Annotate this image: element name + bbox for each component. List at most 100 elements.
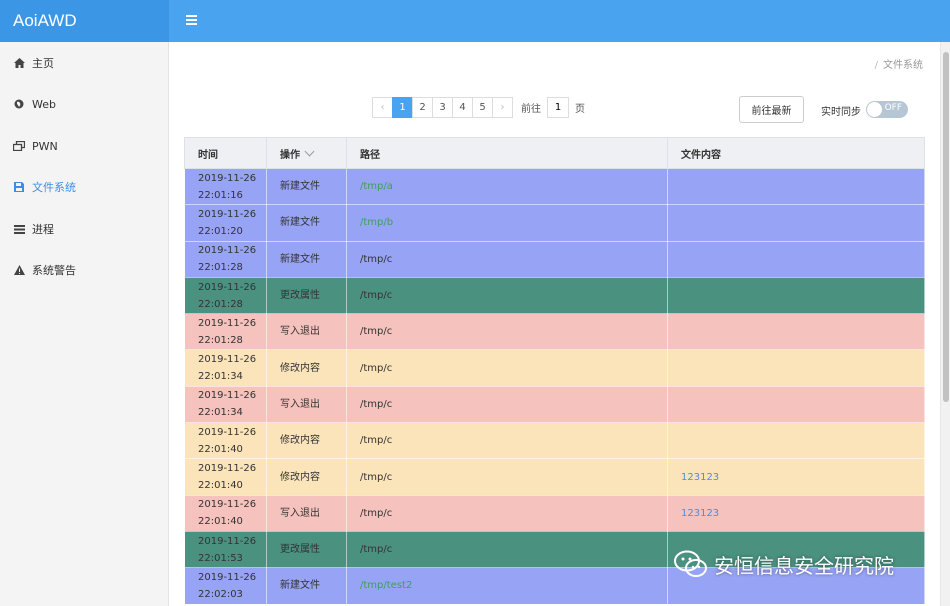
realtime-sync-toggle[interactable]: OFF [866,101,908,118]
cell-path[interactable]: /tmp/c [346,349,668,387]
cell-date: 2019-11-26 [198,172,257,184]
save-icon [13,182,25,192]
column-header-operation[interactable]: 操作 [266,137,347,169]
sidebar-item-pwn[interactable]: PWN [0,131,168,161]
cell-operation: 新建文件 [266,240,347,278]
cell-time: 2019-11-26 22:01:34 [184,385,267,424]
cell-date: 2019-11-26 [198,281,257,293]
cell-time: 2019-11-26 22:01:40 [184,422,267,460]
cell-content[interactable] [667,204,925,242]
table-row: 2019-11-26 22:01:28 更改属性/tmp/c [184,276,925,315]
cell-clock: 22:01:28 [198,298,243,310]
home-icon [13,58,25,68]
cell-time: 2019-11-26 22:01:40 [184,494,267,532]
scrollbar-thumb[interactable] [943,52,949,402]
cell-time: 2019-11-26 22:01:16 [184,167,267,206]
cell-clock: 22:01:40 [198,516,243,528]
cell-clock: 22:01:40 [198,480,243,492]
chevron-down-icon[interactable] [304,146,315,156]
table-row: 2019-11-26 22:01:28 写入退出/tmp/c [184,313,925,351]
cell-path[interactable]: /tmp/c [346,422,668,460]
vertical-scrollbar[interactable] [940,42,950,606]
cell-content[interactable] [667,385,925,424]
cell-clock: 22:01:40 [198,443,243,455]
cell-content[interactable] [667,313,925,351]
cell-time: 2019-11-26 22:01:20 [184,204,267,242]
top-bar: AoiAWD [0,0,950,42]
cell-path[interactable]: /tmp/c [346,385,668,424]
table-header-row: 时间 操作 路径 文件内容 [184,137,925,169]
sidebar-item-label: 系统警告 [32,264,76,277]
sidebar-item-label: 主页 [32,57,54,70]
prev-page-button[interactable]: ‹ [372,97,393,118]
table-row: 2019-11-26 22:01:16 新建文件/tmp/a [184,167,925,206]
warning-icon [13,265,25,275]
column-header-time: 时间 [184,137,267,169]
table-row: 2019-11-26 22:01:40 修改内容/tmp/c [184,422,925,460]
page-button-1[interactable]: 1 [392,97,413,118]
breadcrumb-current[interactable]: 文件系统 [883,60,923,71]
cell-content[interactable] [667,167,925,206]
page-button-4[interactable]: 4 [452,97,473,118]
cell-clock: 22:01:28 [198,262,243,274]
pagination: ‹ 1 2 3 4 5 › 前往 页 [372,97,585,118]
sidebar-item-filesystem[interactable]: 文件系统 [0,172,168,202]
cell-date: 2019-11-26 [198,535,257,547]
cell-content[interactable] [667,276,925,315]
app-brand[interactable]: AoiAWD [0,0,169,42]
sidebar-item-home[interactable]: 主页 [0,48,168,78]
cell-content[interactable] [667,422,925,460]
table-row: 2019-11-26 22:01:34 写入退出/tmp/c [184,385,925,424]
cell-clock: 22:01:34 [198,407,243,419]
menu-toggle-icon[interactable] [186,15,197,25]
page-button-2[interactable]: 2 [412,97,433,118]
next-page-button[interactable]: › [492,97,513,118]
cell-date: 2019-11-26 [198,208,257,220]
realtime-sync-label: 实时同步 [821,107,861,118]
cell-path[interactable]: /tmp/c [346,458,668,496]
cell-clock: 22:02:03 [198,588,243,600]
toggle-knob [867,102,882,117]
sidebar-item-label: Web [32,97,56,111]
cell-time: 2019-11-26 22:02:03 [184,567,267,605]
watermark: 安恒信息安全研究院 [674,548,894,580]
watermark-text: 安恒信息安全研究院 [714,553,894,578]
list-icon [13,224,25,234]
sidebar-item-alerts[interactable]: 系统警告 [0,255,168,285]
cell-path[interactable]: /tmp/b [346,204,668,242]
cell-path[interactable]: /tmp/test2 [346,567,668,605]
cell-content[interactable]: 123123 [667,494,925,532]
cell-content[interactable] [667,240,925,278]
cell-date: 2019-11-26 [198,317,257,329]
cell-path[interactable]: /tmp/a [346,167,668,206]
cell-path[interactable]: /tmp/c [346,276,668,315]
sidebar-item-label: 进程 [32,223,54,236]
cell-time: 2019-11-26 22:01:34 [184,349,267,387]
cell-date: 2019-11-26 [198,463,257,475]
sidebar-item-process[interactable]: 进程 [0,214,168,244]
table-body: 2019-11-26 22:01:16 新建文件/tmp/a 2019-11-26 22… [184,167,925,605]
table-row: 2019-11-26 22:01:40 写入退出/tmp/c 123123 [184,494,925,532]
cell-path[interactable]: /tmp/c [346,494,668,532]
cell-operation: 新建文件 [266,567,347,605]
cell-date: 2019-11-26 [198,245,257,257]
window-restore-icon [13,141,25,151]
sidebar-item-label: PWN [32,139,58,153]
page-button-5[interactable]: 5 [472,97,493,118]
cell-content[interactable] [667,349,925,387]
go-latest-button[interactable]: 前往最新 [739,96,804,123]
goto-page: 前往 页 [521,97,585,118]
table-row: 2019-11-26 22:01:34 修改内容/tmp/c [184,349,925,387]
goto-label: 前往 [521,104,541,115]
cell-clock: 22:01:34 [198,371,243,383]
globe-icon [13,99,25,109]
cell-content[interactable]: 123123 [667,458,925,496]
cell-path[interactable]: /tmp/c [346,240,668,278]
goto-page-input[interactable] [547,97,569,118]
cell-time: 2019-11-26 22:01:28 [184,313,267,351]
cell-path[interactable]: /tmp/c [346,313,668,351]
cell-path[interactable]: /tmp/c [346,530,668,569]
breadcrumb-separator: / [874,60,878,71]
page-button-3[interactable]: 3 [432,97,453,118]
sidebar-item-web[interactable]: Web [0,89,168,119]
